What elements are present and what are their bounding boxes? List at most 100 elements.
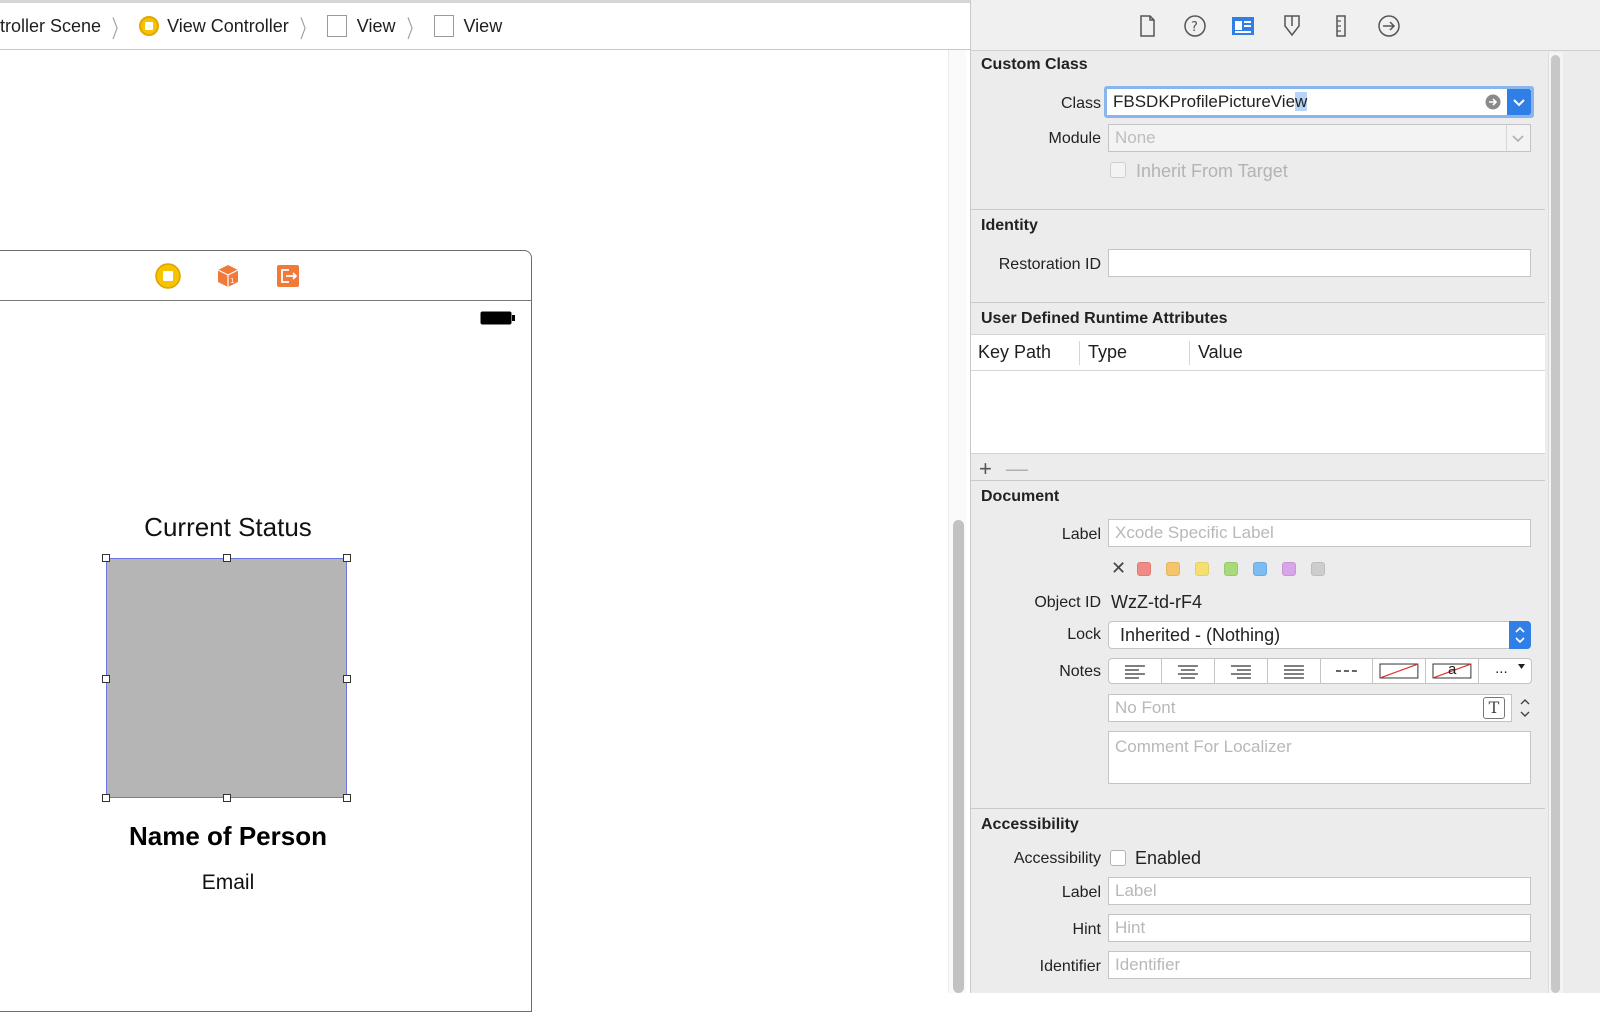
identity-inspector-panel: ? Custom Class Class FBSDKProfilePicture… (970, 0, 1600, 993)
label-color-yellow[interactable] (1195, 562, 1209, 576)
chevron-right-icon: 〉 (299, 15, 314, 43)
column-separator (1189, 341, 1190, 365)
align-center-icon (1177, 665, 1198, 679)
breadcrumb-view-controller-label: View Controller (167, 15, 289, 36)
breadcrumb-scene-label: troller Scene (0, 15, 102, 36)
align-right-button[interactable] (1213, 658, 1268, 684)
chevron-right-icon: 〉 (406, 15, 421, 43)
battery-icon (480, 311, 515, 325)
document-title: Document (981, 488, 1060, 505)
profile-picture-view[interactable] (102, 554, 351, 802)
clear-label-color-icon[interactable]: ✕ (1111, 558, 1126, 579)
label-color-green[interactable] (1224, 562, 1238, 576)
inherit-from-target-label: Inherit From Target (1136, 161, 1288, 181)
module-placeholder: None (1115, 128, 1156, 147)
font-size-stepper[interactable] (1518, 694, 1532, 722)
size-inspector-icon[interactable] (1328, 13, 1354, 39)
resize-handle[interactable] (343, 675, 351, 683)
class-input-selection: w (1295, 92, 1308, 111)
accessibility-label-input[interactable]: Label (1108, 877, 1531, 905)
breadcrumb-view-label: View (356, 15, 396, 36)
type-column[interactable]: Type (1088, 342, 1127, 363)
justify-button[interactable] (1266, 658, 1321, 684)
identity-inspector-icon[interactable] (1230, 13, 1256, 39)
exit-icon[interactable] (275, 263, 301, 289)
notes-toolbar: a ... (1108, 658, 1532, 684)
chevron-down-icon[interactable] (1506, 125, 1530, 151)
chevron-right-icon: 〉 (111, 15, 127, 43)
document-label-input[interactable]: Xcode Specific Label (1108, 519, 1531, 547)
resize-handle[interactable] (102, 554, 110, 562)
label-color-orange[interactable] (1166, 562, 1180, 576)
lock-popup[interactable]: Inherited - (Nothing) (1108, 621, 1531, 649)
email-label[interactable]: Email (0, 871, 463, 895)
resize-handle[interactable] (102, 675, 110, 683)
inspector-scroll-thumb[interactable] (1551, 55, 1560, 993)
value-column[interactable]: Value (1198, 342, 1243, 363)
breadcrumb-subview-label: View (463, 15, 503, 36)
notes-font-input[interactable]: No Font T (1108, 694, 1512, 722)
no-background-button[interactable] (1372, 658, 1427, 684)
accessibility-label: Accessibility (1013, 850, 1101, 867)
breadcrumb-view[interactable]: View (326, 15, 396, 37)
view-controller-scene[interactable]: 1 Current Status Name of Person Email (0, 250, 532, 1012)
quick-help-icon[interactable]: ? (1182, 13, 1208, 39)
current-status-label[interactable]: Current Status (0, 512, 463, 543)
align-left-button[interactable] (1108, 658, 1162, 684)
svg-text:?: ? (1191, 20, 1198, 35)
storyboard-canvas[interactable]: troller Scene 〉 View Controller 〉 View 〉… (0, 0, 990, 1012)
breadcrumb-scene[interactable]: troller Scene (0, 16, 101, 37)
restoration-id-input[interactable] (1108, 249, 1531, 277)
remove-attribute-button[interactable]: — (1006, 456, 1028, 481)
class-label: Class (1060, 95, 1101, 112)
chevron-down-icon (1513, 99, 1525, 107)
class-dropdown-button[interactable] (1507, 89, 1531, 115)
section-divider (971, 302, 1545, 303)
key-path-column[interactable]: Key Path (978, 342, 1051, 363)
view-controller-icon[interactable] (155, 263, 181, 289)
no-color-icon (1379, 663, 1419, 679)
accessibility-enabled-checkbox[interactable] (1110, 850, 1126, 866)
label-color-purple[interactable] (1282, 562, 1296, 576)
runtime-attributes-table[interactable]: Key Path Type Value (971, 334, 1545, 454)
accessibility-identifier-input[interactable]: Identifier (1108, 951, 1531, 979)
connections-inspector-icon[interactable] (1376, 13, 1402, 39)
no-text-color-button[interactable]: a (1425, 658, 1480, 684)
breadcrumb-view-controller[interactable]: View Controller (139, 16, 289, 37)
resize-handle[interactable] (223, 794, 231, 802)
justify-icon (1283, 665, 1304, 679)
class-input[interactable]: FBSDKProfilePictureView (1104, 86, 1534, 118)
text-a-glyph: a (1448, 661, 1457, 678)
resize-handle[interactable] (223, 554, 231, 562)
accessibility-hint-input[interactable]: Hint (1108, 914, 1531, 942)
comment-for-localizer-input[interactable]: Comment For Localizer (1108, 731, 1531, 784)
inspector-tab-bar: ? (971, 0, 1600, 51)
align-center-button[interactable] (1160, 658, 1215, 684)
caret-down-icon (1518, 664, 1525, 669)
file-inspector-icon[interactable] (1134, 13, 1160, 39)
resize-handle[interactable] (343, 794, 351, 802)
view-controller-icon (139, 16, 160, 36)
module-input[interactable]: None (1108, 124, 1531, 152)
name-of-person-label[interactable]: Name of Person (0, 821, 463, 852)
natural-align-button[interactable] (1319, 658, 1374, 684)
canvas-scroll-thumb[interactable] (953, 520, 964, 993)
label-color-gray[interactable] (1311, 562, 1325, 576)
more-options-button[interactable]: ... (1478, 658, 1532, 684)
lock-popup-stepper[interactable] (1509, 621, 1531, 649)
label-color-blue[interactable] (1253, 562, 1267, 576)
class-input-text: FBSDKProfilePictureVie (1113, 92, 1296, 111)
align-left-icon (1124, 665, 1145, 679)
dashed-line-icon (1335, 670, 1358, 672)
accessibility-label-label: Label (1061, 884, 1101, 901)
breadcrumb-subview[interactable]: View (433, 15, 503, 37)
first-responder-icon[interactable]: 1 (215, 263, 241, 289)
inherit-from-target-checkbox[interactable] (1110, 162, 1126, 178)
label-color-red[interactable] (1137, 562, 1151, 576)
attributes-inspector-icon[interactable] (1279, 13, 1305, 39)
go-to-class-icon[interactable] (1485, 94, 1501, 110)
font-picker-button[interactable]: T (1483, 697, 1505, 719)
add-attribute-button[interactable]: + (979, 456, 992, 481)
resize-handle[interactable] (102, 794, 110, 802)
resize-handle[interactable] (343, 554, 351, 562)
